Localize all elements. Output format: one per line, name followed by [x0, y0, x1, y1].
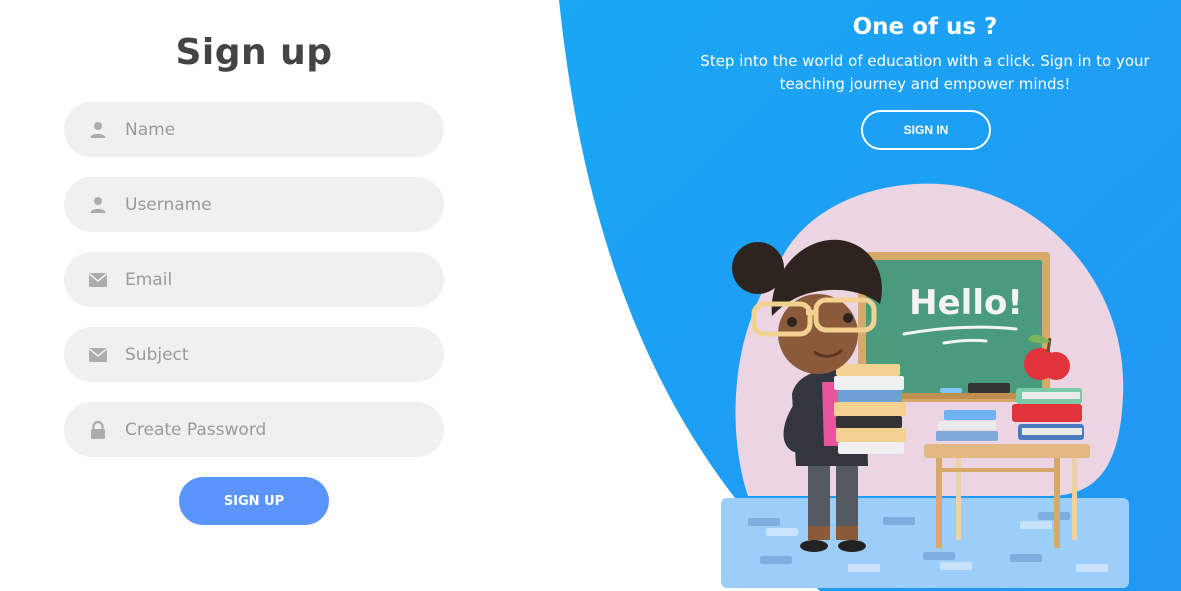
lock-icon — [88, 420, 108, 440]
username-field[interactable] — [64, 177, 444, 232]
info-heading: One of us ? — [852, 14, 998, 40]
subject-input[interactable] — [125, 344, 415, 365]
user-icon — [88, 120, 108, 140]
password-field[interactable] — [64, 402, 444, 457]
password-input[interactable] — [125, 419, 415, 440]
email-field[interactable] — [64, 252, 444, 307]
held-books — [834, 364, 906, 454]
envelope-icon — [88, 345, 108, 365]
email-input[interactable] — [125, 269, 415, 290]
user-icon — [88, 195, 108, 215]
floor — [721, 498, 1129, 588]
signin-button[interactable]: SIGN IN — [861, 110, 991, 150]
info-text: Step into the world of education with a … — [700, 52, 1150, 93]
signup-title: Sign up — [175, 32, 333, 73]
envelope-icon — [88, 270, 108, 290]
signup-form: Sign up SIGN UP — [0, 0, 560, 591]
name-field[interactable] — [64, 102, 444, 157]
subject-field[interactable] — [64, 327, 444, 382]
signup-button[interactable]: SIGN UP — [179, 477, 329, 525]
name-input[interactable] — [125, 119, 415, 140]
info-panel: One of us ? Step into the world of educa… — [690, 14, 1160, 96]
teacher-illustration: Hello! — [721, 183, 1129, 588]
chalkboard-text: Hello! — [909, 283, 1023, 323]
username-input[interactable] — [125, 194, 415, 215]
